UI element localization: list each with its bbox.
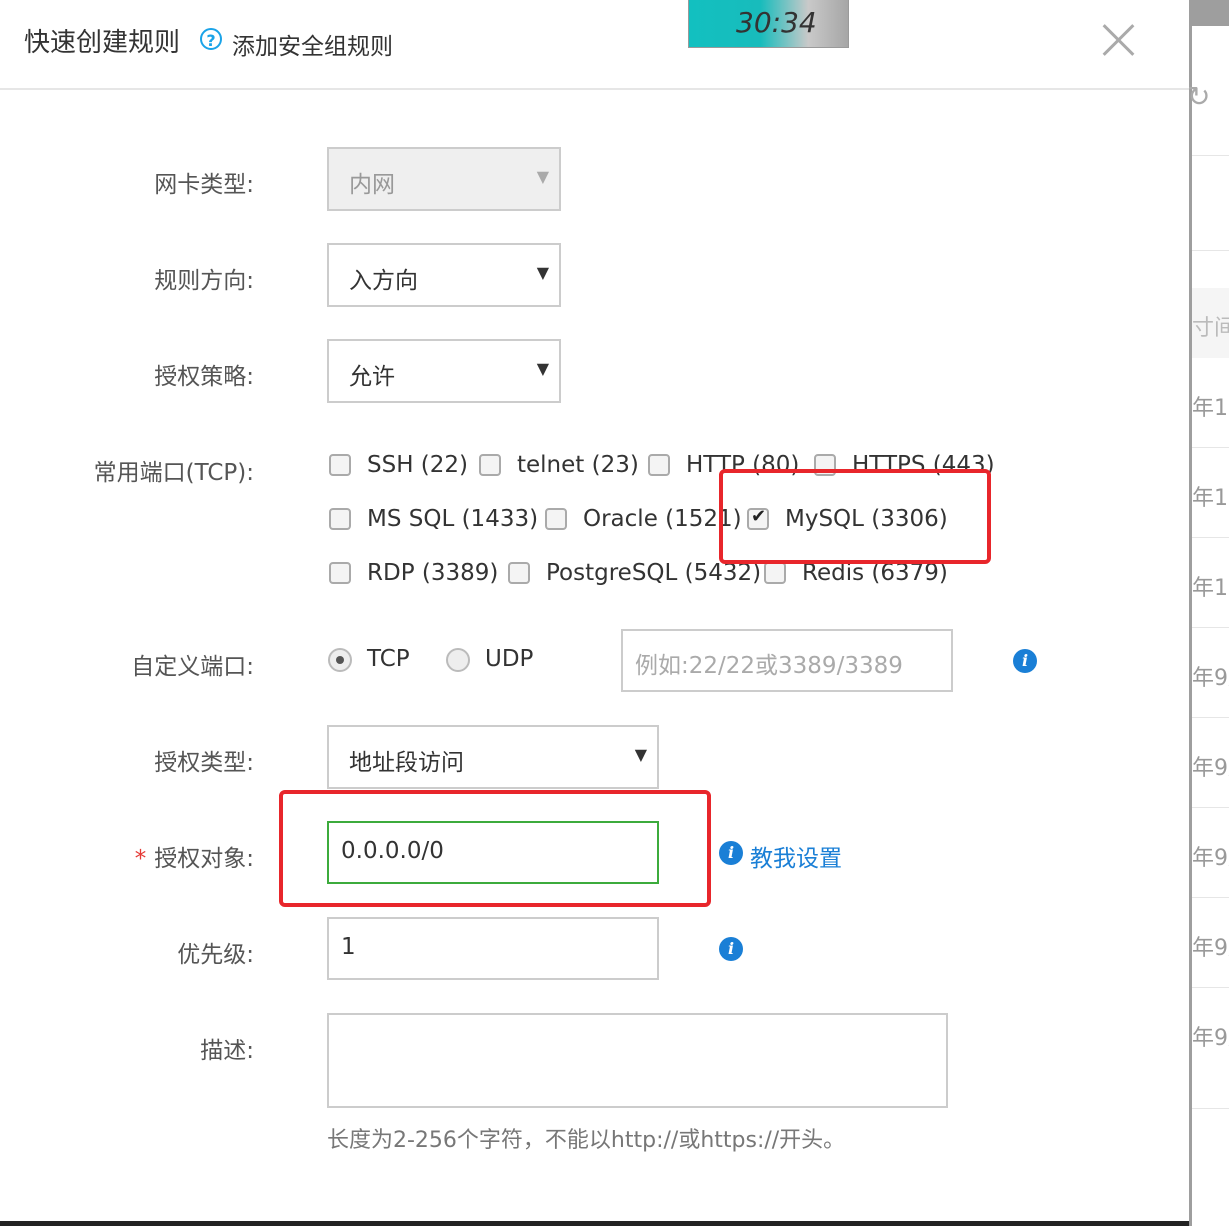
nic-type-select: 内网 ▼ [327, 147, 561, 211]
auth-object-value: 0.0.0.0/0 [341, 838, 444, 864]
auth-type-label: 授权类型: [154, 750, 254, 776]
auth-object-label: * 授权对象: [0, 839, 254, 873]
info-icon[interactable]: i [719, 937, 743, 961]
refresh-icon[interactable]: ↻ [1187, 80, 1210, 113]
background-row-text: 年11 [1192, 396, 1229, 421]
teach-me-setup-link[interactable]: 教我设置 [750, 839, 842, 873]
priority-value: 1 [341, 934, 356, 960]
background-row-text: 年9月 [1192, 1026, 1229, 1051]
checkbox-telnet[interactable] [479, 454, 501, 476]
checkbox-mssql[interactable] [329, 508, 351, 530]
description-label: 描述: [200, 1038, 254, 1064]
background-row-text: 年11 [1192, 486, 1229, 511]
nic-type-label: 网卡类型: [154, 172, 254, 198]
background-row-divider [1192, 537, 1229, 538]
checkbox-rdp[interactable] [329, 562, 351, 584]
dialog-title: 快速创建规则 [24, 28, 181, 58]
chevron-down-icon: ▼ [536, 263, 549, 282]
background-row-divider [1192, 987, 1229, 988]
description-hint: 长度为2-256个字符，不能以http://或https://开头。 [327, 1128, 846, 1153]
background-row-text: 年9月 [1192, 756, 1229, 781]
background-row-divider [1192, 897, 1229, 898]
checkbox-redis[interactable] [764, 562, 786, 584]
background-row-divider [1192, 807, 1229, 808]
background-row-text: 年10 [1192, 576, 1229, 601]
background-row-text: 年9月 [1192, 936, 1229, 961]
chevron-down-icon: ▼ [634, 745, 647, 764]
chevron-down-icon: ▼ [536, 359, 549, 378]
auth-object-input[interactable]: 0.0.0.0/0 [327, 821, 659, 884]
auth-object-label-text: 授权对象: [154, 846, 254, 872]
close-icon[interactable] [1100, 22, 1136, 58]
radio-tcp[interactable] [328, 648, 352, 672]
checkbox-http[interactable] [648, 454, 670, 476]
policy-value: 允许 [349, 364, 395, 390]
chevron-down-icon: ▼ [536, 167, 549, 186]
background-row-divider [1192, 1108, 1229, 1109]
background-row-text: 年9月 [1192, 846, 1229, 871]
background-row-divider [1192, 155, 1229, 156]
auth-type-select[interactable]: 地址段访问 ▼ [327, 725, 659, 789]
custom-port-input[interactable]: 例如:22/22或3389/3389 [621, 629, 953, 692]
background-row-divider [1192, 250, 1229, 251]
add-security-group-rule-link[interactable]: 添加安全组规则 [232, 27, 393, 61]
description-textarea[interactable] [327, 1013, 948, 1108]
custom-port-placeholder: 例如:22/22或3389/3389 [635, 653, 903, 679]
priority-input[interactable]: 1 [327, 917, 659, 980]
background-header-bar [1189, 0, 1229, 26]
policy-select[interactable]: 允许 ▼ [327, 339, 561, 403]
info-icon[interactable]: i [1013, 649, 1037, 673]
background-row-divider [1192, 447, 1229, 448]
background-table-header-text: 寸间 [1192, 316, 1229, 341]
dialog: 快速创建规则 ? 添加安全组规则 30:34 网卡类型: 内网 ▼ 规则方向: … [0, 0, 1189, 1226]
info-icon: i [719, 841, 743, 865]
background-row-text: 年9月 [1192, 666, 1229, 691]
background-row-divider [1192, 717, 1229, 718]
checkbox-label-oracle: Oracle (1521) [583, 506, 742, 532]
checkbox-label-rdp: RDP (3389) [367, 560, 499, 586]
highlight-box-mysql [719, 469, 991, 564]
checkbox-ssh[interactable] [329, 454, 351, 476]
dialog-bottom-border [0, 1221, 1189, 1226]
checkbox-label-mssql: MS SQL (1433) [367, 506, 539, 532]
radio-label-tcp: TCP [367, 646, 410, 672]
policy-label: 授权策略: [154, 364, 254, 390]
timer-text: 30:34 [736, 6, 817, 39]
radio-udp[interactable] [446, 648, 470, 672]
custom-port-label: 自定义端口: [131, 654, 254, 680]
nic-type-value: 内网 [349, 172, 395, 198]
checkbox-label-ssh: SSH (22) [367, 452, 469, 478]
priority-label: 优先级: [177, 942, 254, 968]
radio-label-udp: UDP [485, 646, 534, 672]
direction-value: 入方向 [349, 268, 418, 294]
direction-select[interactable]: 入方向 ▼ [327, 243, 561, 307]
common-ports-label: 常用端口(TCP): [93, 460, 254, 486]
help-circle-icon[interactable]: ? [200, 28, 222, 50]
auth-type-value: 地址段访问 [349, 750, 464, 776]
required-mark: * [134, 846, 147, 872]
background-row-divider [1192, 627, 1229, 628]
checkbox-postgresql[interactable] [508, 562, 530, 584]
checkbox-oracle[interactable] [545, 508, 567, 530]
direction-label: 规则方向: [154, 268, 254, 294]
checkbox-label-telnet: telnet (23) [517, 452, 639, 478]
